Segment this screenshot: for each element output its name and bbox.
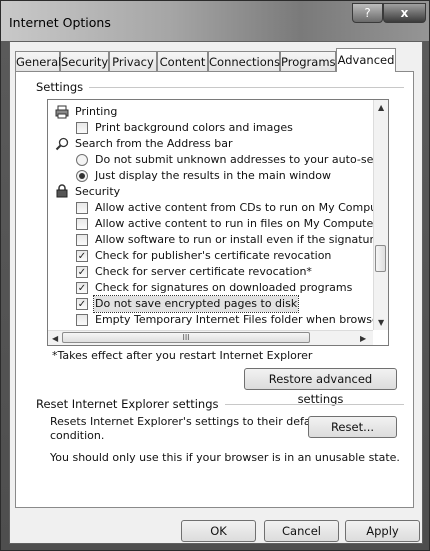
checkbox-checked[interactable]: ✓ xyxy=(76,298,88,310)
settings-divider xyxy=(36,87,404,88)
reset-button[interactable]: Reset... xyxy=(308,416,397,438)
list-item-label: Search from the Address bar xyxy=(75,137,233,150)
checkbox-checked[interactable]: ✓ xyxy=(76,266,88,278)
list-item-label: Just display the results in the main win… xyxy=(95,169,331,182)
reset-description-continued: condition. xyxy=(50,429,105,442)
checkbox[interactable] xyxy=(76,314,88,326)
tab-connections[interactable]: Connections xyxy=(208,51,280,71)
scroll-down-arrow-icon[interactable]: ▼ xyxy=(378,318,384,327)
checkbox[interactable] xyxy=(76,218,88,230)
tab-privacy[interactable]: Privacy xyxy=(109,51,157,71)
list-item-label: Empty Temporary Internet Files folder wh… xyxy=(95,313,389,326)
restore-advanced-settings-button[interactable]: Restore advanced settings xyxy=(244,368,397,406)
checkbox[interactable] xyxy=(76,234,88,246)
scroll-up-arrow-icon[interactable]: ▲ xyxy=(378,103,384,112)
list-item-label: Allow active content from CDs to run on … xyxy=(95,201,389,214)
scroll-right-arrow-icon[interactable]: ▶ xyxy=(360,334,366,343)
tab-general[interactable]: General xyxy=(15,51,61,71)
list-item-label: Do not save encrypted pages to disk xyxy=(92,295,300,313)
settings-group-label: Settings xyxy=(36,80,90,94)
radio-button-selected[interactable] xyxy=(76,170,88,182)
checkbox-checked[interactable]: ✓ xyxy=(76,282,88,294)
tab-programs[interactable]: Programs xyxy=(280,51,336,71)
checkbox-checked[interactable]: ✓ xyxy=(76,250,88,262)
close-button[interactable]: x xyxy=(383,3,426,23)
cancel-button[interactable]: Cancel xyxy=(264,520,339,542)
apply-button[interactable]: Apply xyxy=(345,520,420,542)
list-item-label: Check for signatures on downloaded progr… xyxy=(95,281,353,294)
reset-group-label: Reset Internet Explorer settings xyxy=(36,397,225,411)
ok-button[interactable]: OK xyxy=(181,520,256,542)
tab-content[interactable]: Content xyxy=(157,51,208,71)
list-item-label: Security xyxy=(75,185,121,198)
list-item-label: Check for server certificate revocation* xyxy=(95,265,312,278)
vertical-scrollbar[interactable]: ▲ ▼ xyxy=(373,100,388,330)
reset-description: Resets Internet Explorer's settings to t… xyxy=(50,415,325,428)
help-button[interactable]: ? xyxy=(352,3,383,23)
scroll-left-arrow-icon[interactable]: ◀ xyxy=(52,334,58,343)
vertical-scroll-thumb[interactable] xyxy=(375,245,386,272)
title-bar[interactable]: Internet Options ? x xyxy=(1,1,429,41)
list-item-label: Do not submit unknown addresses to your … xyxy=(95,153,389,166)
checkbox[interactable] xyxy=(76,122,88,134)
radio-button[interactable] xyxy=(76,154,88,166)
settings-listbox[interactable]: Printing Print background colors and ima… xyxy=(47,99,389,346)
unusable-state-warning: You should only use this if your browser… xyxy=(50,451,400,464)
horizontal-scroll-thumb[interactable]: III xyxy=(62,332,310,343)
printer-icon xyxy=(55,105,69,119)
list-item-label: Printing xyxy=(75,105,118,118)
list-item-label: Allow active content to run in files on … xyxy=(95,217,384,230)
list-item-label: Print background colors and images xyxy=(95,121,293,134)
magnifier-icon xyxy=(55,137,69,151)
restart-footnote: *Takes effect after you restart Internet… xyxy=(52,349,313,362)
window-title: Internet Options xyxy=(9,15,111,30)
list-item-label: Allow software to run or install even if… xyxy=(95,233,389,246)
tab-advanced[interactable]: Advanced xyxy=(336,48,396,72)
checkbox[interactable] xyxy=(76,202,88,214)
tab-security[interactable]: Security xyxy=(60,51,109,71)
list-item-label: Check for publisher's certificate revoca… xyxy=(95,249,332,262)
lock-icon xyxy=(56,184,68,198)
